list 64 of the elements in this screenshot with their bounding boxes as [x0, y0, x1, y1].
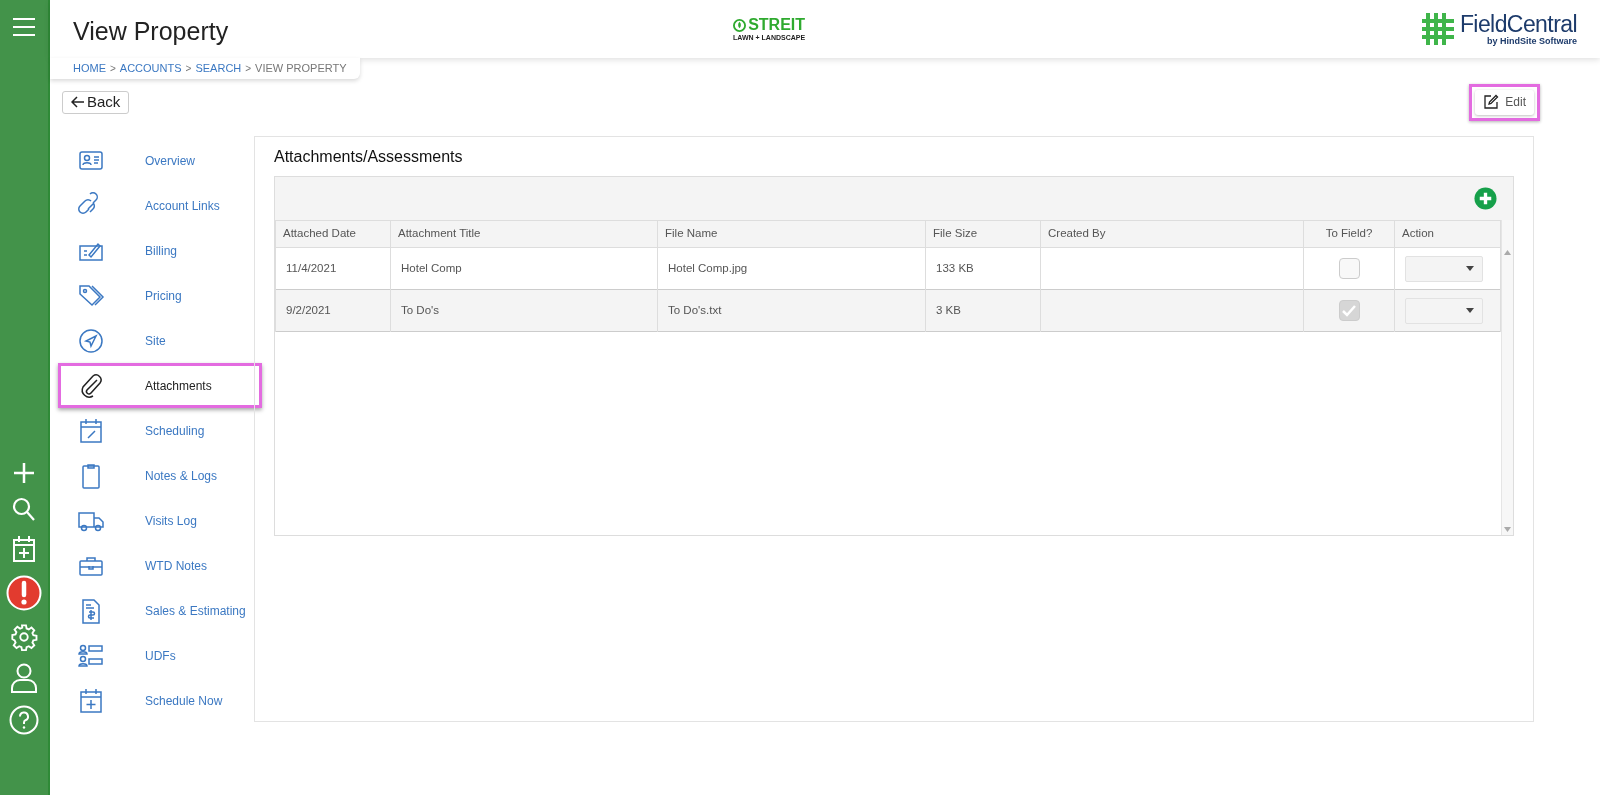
nav-item[interactable]: Billing: [58, 228, 254, 273]
nav-item[interactable]: Account Links: [58, 183, 254, 228]
table-cell: To Do's.txt: [657, 289, 926, 332]
nav-item[interactable]: Site: [58, 318, 254, 363]
help-icon[interactable]: [9, 705, 39, 735]
breadcrumb-link[interactable]: SEARCH: [195, 60, 242, 77]
caret-icon: [1466, 266, 1474, 271]
breadcrumb-link[interactable]: HOME: [73, 60, 106, 77]
nav-item[interactable]: Schedule Now: [58, 678, 254, 723]
scroll-up-icon[interactable]: [1504, 250, 1511, 255]
breadcrumb-current: VIEW PROPERTY: [255, 61, 347, 77]
back-button[interactable]: Back: [62, 90, 130, 114]
column-header: File Size: [925, 220, 1041, 248]
nav-item[interactable]: UDFs: [58, 633, 254, 678]
caret-icon: [1466, 308, 1474, 313]
product-name: FieldCentral: [1459, 12, 1577, 36]
nav-item[interactable]: Notes & Logs: [58, 453, 254, 498]
nav-item[interactable]: WTD Notes: [58, 543, 254, 588]
nav-item[interactable]: Scheduling: [58, 408, 254, 453]
to-field-checkbox[interactable]: [1338, 258, 1360, 279]
page-title: View Property: [73, 16, 230, 48]
edit-button[interactable]: Edit: [1475, 89, 1534, 115]
arrow-left-icon: [71, 96, 85, 108]
column-header: Action: [1394, 220, 1501, 248]
table-cell: To Do's: [390, 289, 658, 332]
table-cell: 3 KB: [925, 289, 1041, 332]
scroll-down-icon[interactable]: [1504, 527, 1511, 532]
alert-icon[interactable]: [6, 575, 42, 611]
nav-item[interactable]: Pricing: [58, 273, 254, 318]
table-cell: 9/2/2021: [275, 289, 391, 332]
leaf-icon: [733, 18, 747, 32]
nav-item[interactable]: Sales & Estimating: [58, 588, 254, 633]
breadcrumb-separator: >: [185, 62, 192, 76]
nav-item[interactable]: Visits Log: [58, 498, 254, 543]
table-cell: 133 KB: [925, 247, 1041, 290]
table-cell: Hotel Comp.jpg: [657, 247, 926, 290]
nav-item[interactable]: Overview: [58, 138, 254, 183]
panel-title: Attachments/Assessments: [274, 147, 464, 167]
add-icon[interactable]: [12, 461, 36, 485]
product-tagline: by HindSite Software: [1487, 36, 1577, 46]
scrollbar[interactable]: [1501, 220, 1513, 535]
column-header: Created By: [1040, 220, 1304, 248]
edit-icon: [1483, 94, 1500, 110]
column-header: File Name: [657, 220, 926, 248]
menu-icon[interactable]: [12, 17, 36, 37]
column-header: To Field?: [1303, 220, 1395, 248]
search-icon[interactable]: [12, 497, 36, 523]
nav-item[interactable]: Attachments: [58, 363, 262, 408]
breadcrumb-link[interactable]: ACCOUNTS: [119, 60, 182, 77]
calendar-add-icon: [77, 686, 105, 715]
add-icon[interactable]: [1474, 187, 1497, 210]
crosshatch-logo-icon: [1419, 11, 1456, 47]
navigation-icon: [77, 326, 105, 355]
column-header: Attached Date: [275, 220, 391, 248]
table-cell: 11/4/2021: [275, 247, 391, 290]
calendar-add-icon[interactable]: [12, 535, 36, 563]
table-cell: Hotel Comp: [390, 247, 658, 290]
breadcrumb-separator: >: [110, 62, 116, 76]
calendar-pen-icon: [77, 416, 105, 445]
column-header: Attachment Title: [390, 220, 658, 248]
company-name: STREIT: [748, 17, 805, 33]
settings-icon[interactable]: [10, 623, 38, 651]
user-icon[interactable]: [10, 663, 38, 693]
breadcrumb-separator: >: [245, 62, 252, 76]
